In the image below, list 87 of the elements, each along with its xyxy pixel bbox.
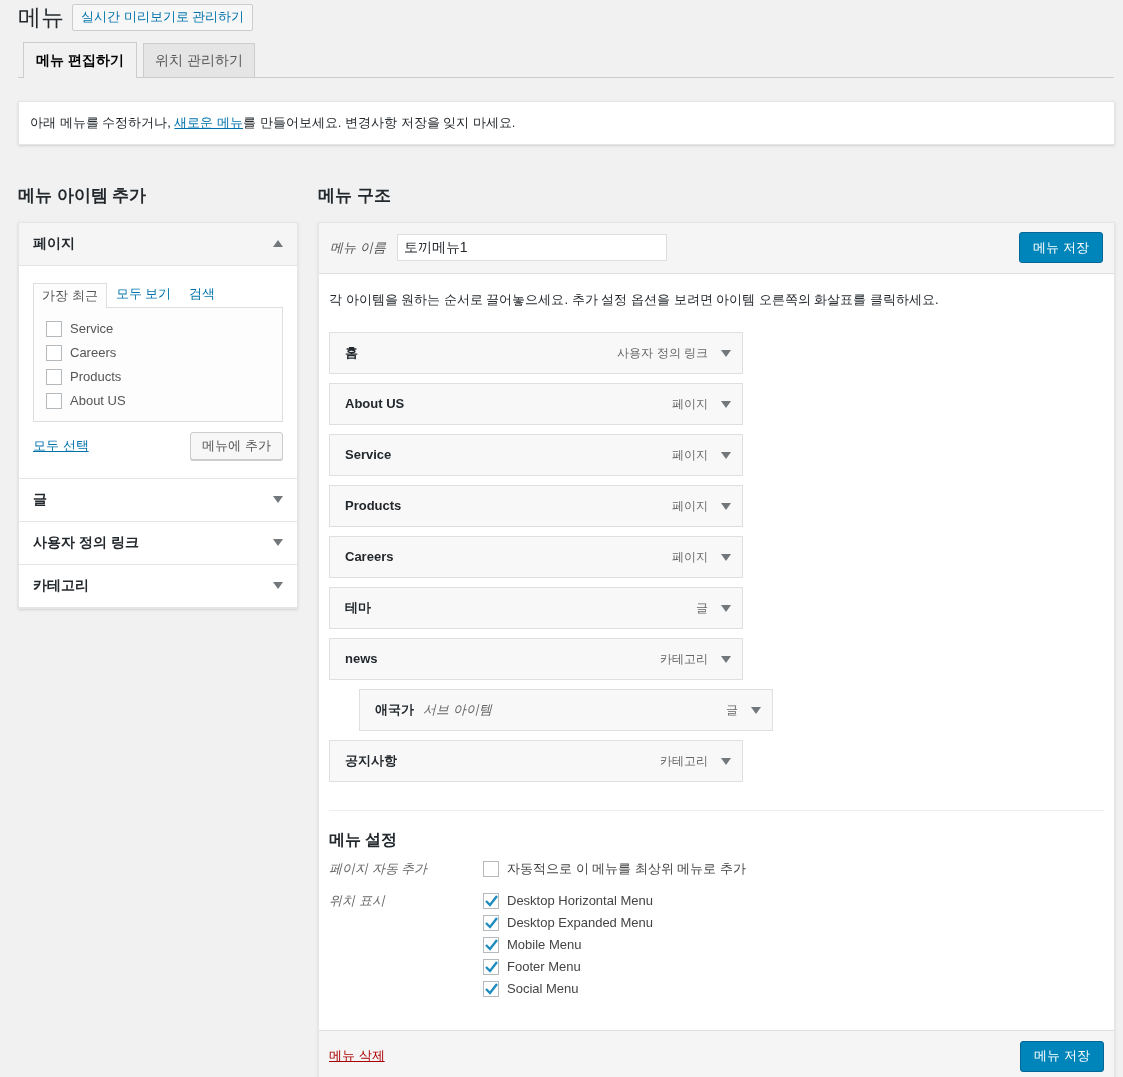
checked-checkbox[interactable] [483,937,499,953]
checked-checkbox[interactable] [483,893,499,909]
checkbox[interactable] [46,368,62,385]
instructions-text: 각 아이템을 원하는 순서로 끌어놓으세요. 추가 설정 옵션을 보려면 아이템 오른쪽의 화살표를 클릭하세요. [329,290,940,309]
accordion-title[interactable]: 사용자 정의 링크 [33,532,139,553]
menu-item[interactable]: Products 페이지 [329,485,743,527]
menu-item-type: 카테고리 [660,753,708,770]
select-all-link[interactable]: 모두 선택 [33,435,89,456]
checkbox-label: About US [70,391,126,410]
menu-item-title: 공지사항 [345,752,397,771]
menu-item-title: 홈 [345,344,358,363]
checked-checkbox[interactable] [483,915,499,931]
menu-item[interactable]: 공지사항 카테고리 [329,740,743,782]
subtab[interactable]: 검색 [180,281,225,307]
subtab[interactable]: 모두 보기 [106,281,181,307]
menu-item[interactable]: news 카테고리 [329,638,743,680]
menu-item[interactable]: 애국가 서브 아이템 글 [359,689,773,731]
checked-checkbox[interactable] [483,959,499,975]
page-title: 메뉴 [18,5,64,29]
menu-item-type: 페이지 [672,549,708,566]
notice-message: 아래 메뉴를 수정하거나, 새로운 메뉴를 만들어보세요. 변경사항 저장을 잊지 마세요. [18,101,1115,145]
checked-checkbox[interactable] [483,981,499,997]
expand-arrow-icon[interactable] [721,349,731,357]
new-menu-link[interactable]: 새로운 메뉴 [174,115,244,130]
menu-item[interactable]: 홈 사용자 정의 링크 [329,332,743,374]
expand-arrow-icon[interactable] [273,496,283,503]
checkbox-label: 자동적으로 이 메뉴를 최상위 메뉴로 추가 [507,860,747,879]
checkbox[interactable] [46,320,62,337]
expand-arrow-icon[interactable] [721,502,731,510]
expand-arrow-icon[interactable] [721,655,731,663]
checkbox-label: Footer Menu [507,958,581,977]
menu-name-field[interactable]: 토끼메뉴1 [396,234,667,261]
menu-name-label: 메뉴 이름 [330,238,386,257]
live-preview-button[interactable]: 실시간 미리보기로 관리하기 [72,3,254,31]
checkbox[interactable] [46,344,62,361]
sub-item-label: 서브 아이템 [423,701,492,720]
menu-item-title: Careers [345,548,394,567]
section-heading: 메뉴 구조 [318,184,392,207]
accordion-title[interactable]: 글 [33,489,47,510]
menu-item-title: 테마 [345,599,371,618]
checkbox-label: Products [70,367,122,386]
add-to-menu-button[interactable]: 메뉴에 추가 [190,431,283,460]
expand-arrow-icon[interactable] [721,451,731,459]
checkbox-label: Service [70,319,114,338]
checkbox-label: Mobile Menu [507,936,582,955]
menu-item-title: Service [345,446,392,465]
checkbox[interactable] [46,392,62,409]
checkbox-label: Desktop Expanded Menu [507,914,653,933]
menu-item-title: Products [345,497,402,516]
menu-item-type: 글 [696,600,708,617]
menu-item-title: About US [345,395,405,414]
menu-item[interactable]: Service 페이지 [329,434,743,476]
menu-item-title: 애국가 [375,701,414,720]
checkbox-label: Social Menu [507,980,579,999]
setting-label: 위치 표시 [329,892,387,910]
accordion-title[interactable]: 페이지 [33,233,75,254]
tab[interactable]: 위치 관리하기 [142,43,255,77]
settings-heading: 메뉴 설정 [329,830,399,850]
subtab[interactable]: 가장 최근 [33,282,107,308]
section-heading: 메뉴 아이템 추가 [18,184,148,207]
menu-item-type: 글 [726,702,738,719]
checkbox-label: Careers [70,343,117,362]
accordion-title[interactable]: 카테고리 [33,575,89,596]
expand-arrow-icon[interactable] [721,400,731,408]
tab[interactable]: 메뉴 편집하기 [23,42,137,78]
delete-menu-link[interactable]: 메뉴 삭제 [329,1046,385,1066]
checkbox-label: Desktop Horizontal Menu [507,892,653,911]
menu-item-type: 사용자 정의 링크 [617,345,708,362]
menu-item[interactable]: About US 페이지 [329,383,743,425]
menu-item-type: 페이지 [672,447,708,464]
expand-arrow-icon[interactable] [273,582,283,589]
menu-item-type: 페이지 [672,498,708,515]
save-menu-button[interactable]: 메뉴 저장 [1019,232,1103,263]
expand-arrow-icon[interactable] [721,757,731,765]
save-menu-button[interactable]: 메뉴 저장 [1020,1040,1104,1072]
collapse-arrow-icon[interactable] [273,240,283,247]
menu-item-type: 카테고리 [660,651,708,668]
menu-item-title: news [345,650,378,669]
menu-item[interactable]: 테마 글 [329,587,743,629]
setting-label: 페이지 자동 추가 [329,860,429,878]
expand-arrow-icon[interactable] [721,553,731,561]
checkbox[interactable] [483,861,499,877]
menu-item[interactable]: Careers 페이지 [329,536,743,578]
expand-arrow-icon[interactable] [273,539,283,546]
expand-arrow-icon[interactable] [721,604,731,612]
expand-arrow-icon[interactable] [751,706,761,714]
menu-item-type: 페이지 [672,396,708,413]
